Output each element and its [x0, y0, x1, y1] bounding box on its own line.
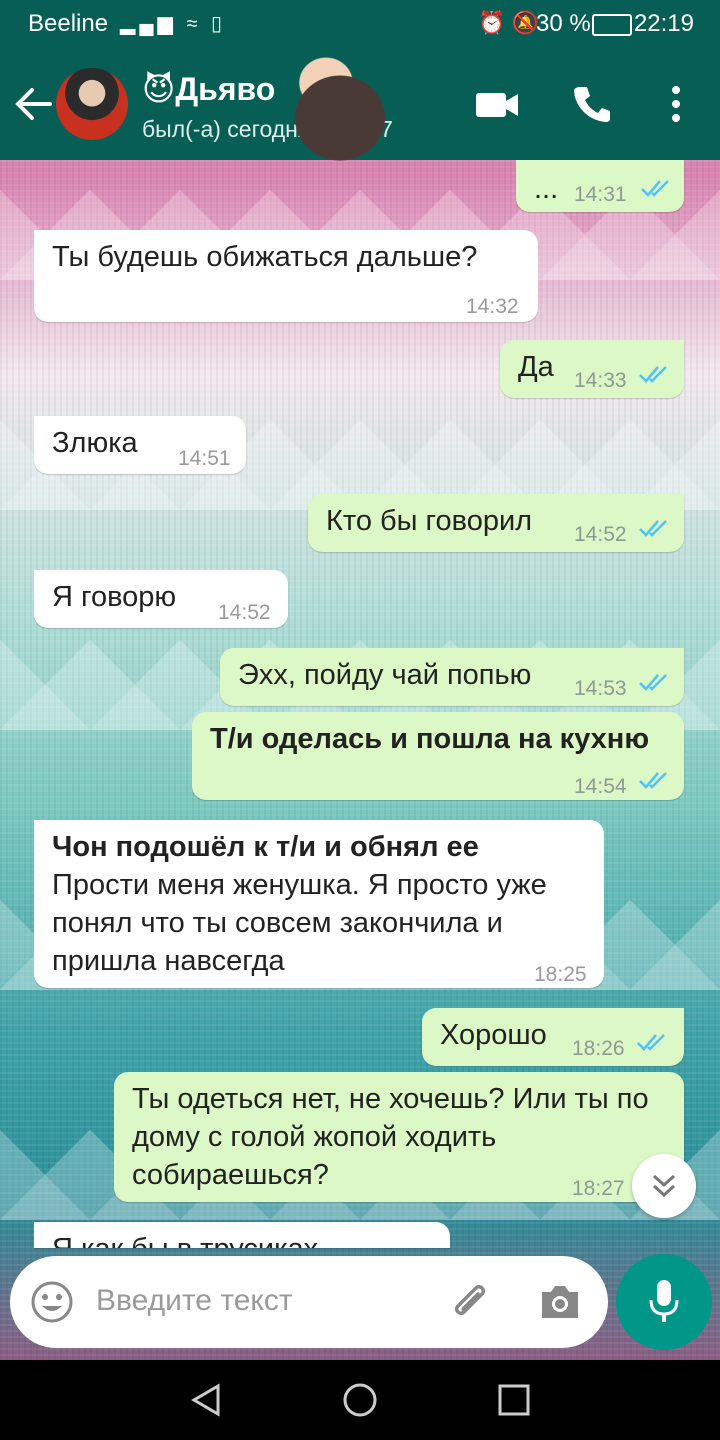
message-outgoing[interactable]: Хорошо 18:26: [422, 1008, 684, 1066]
read-ticks-icon: [641, 180, 669, 197]
message-text: ...: [534, 173, 559, 205]
message-bold-text: Чон подошёл к т/и и обнял ее: [52, 831, 479, 863]
read-ticks-icon: [639, 366, 667, 383]
message-time: 14:32: [466, 295, 519, 318]
message-text-block: Чон подошёл к т/и и обнял ее Прости меня…: [52, 828, 552, 980]
emoji-icon[interactable]: [30, 1280, 74, 1324]
clock: 22:19: [633, 10, 694, 37]
battery-icon: [592, 14, 632, 36]
double-chevron-down-icon: [652, 1174, 676, 1198]
contact-avatar[interactable]: [56, 68, 128, 140]
message-incoming[interactable]: Я говорю 14:52: [34, 570, 288, 628]
message-text: Т/и оделась и пошла на кухню: [210, 723, 650, 755]
message-input[interactable]: Введите текст: [96, 1284, 293, 1318]
read-ticks-icon: [637, 1034, 665, 1051]
message-text: Прости меня женушка. Я просто уже понял …: [52, 869, 547, 977]
message-input-bar[interactable]: Введите текст: [10, 1256, 608, 1348]
nav-home-icon[interactable]: [342, 1382, 378, 1418]
message-time: 18:26: [572, 1037, 625, 1060]
arrow-left-icon[interactable]: [14, 84, 54, 124]
alarm-mute-icons: ⏰ 🔕: [478, 10, 539, 35]
message-time: 14:31: [574, 183, 627, 206]
signal-wifi-icons: ▂▄▆ ≈ ▯: [120, 13, 227, 35]
message-text: Я как бы в трусиках: [52, 1230, 318, 1248]
message-outgoing[interactable]: Ты одеться нет, не хочешь? Или ты по дом…: [114, 1072, 684, 1202]
contact-name[interactable]: 😈Дьяво: [142, 70, 275, 108]
message-time: 14:33: [574, 369, 627, 392]
message-incoming[interactable]: Чон подошёл к т/и и обнял ее Прости меня…: [34, 820, 604, 988]
battery-percent: 30 %: [536, 10, 591, 37]
message-time: 14:51: [178, 447, 231, 470]
carrier-name: Beeline: [28, 10, 109, 37]
paperclip-icon[interactable]: [450, 1282, 494, 1326]
more-vert-icon[interactable]: [664, 84, 688, 124]
message-incoming[interactable]: Злюка 14:51: [34, 416, 246, 474]
message-text: Хорошо: [440, 1019, 547, 1051]
sticker-overlay: [270, 52, 410, 162]
message-outgoing[interactable]: Кто бы говорил 14:52: [308, 494, 684, 552]
microphone-icon: [649, 1280, 679, 1322]
message-outgoing[interactable]: Эхх, пойду чай попью 14:53: [220, 648, 684, 706]
phone-icon[interactable]: [572, 84, 612, 124]
nav-back-icon[interactable]: [188, 1382, 224, 1418]
system-nav-bar: [0, 1360, 720, 1440]
message-time: 18:27: [572, 1177, 625, 1200]
camera-icon[interactable]: [538, 1282, 582, 1322]
scroll-to-bottom-button[interactable]: [632, 1154, 696, 1218]
message-text: Злюка: [52, 427, 138, 459]
read-ticks-icon: [639, 674, 667, 691]
message-time: 14:54: [574, 775, 627, 798]
message-time: 14:53: [574, 677, 627, 700]
video-call-icon[interactable]: [474, 84, 520, 124]
voice-record-button[interactable]: [616, 1254, 712, 1350]
message-text: Эхх, пойду чай попью: [238, 659, 532, 691]
read-ticks-icon: [639, 772, 667, 789]
message-time: 14:52: [574, 523, 627, 546]
message-incoming[interactable]: Я как бы в трусиках: [34, 1222, 450, 1248]
message-text: Кто бы говорил: [326, 505, 533, 537]
message-time: 14:52: [218, 601, 271, 624]
chat-header: 😈Дьяво был(-а) сегодня в 22:17: [0, 48, 720, 162]
message-text: Да: [518, 351, 554, 383]
message-outgoing[interactable]: ... 14:31: [516, 160, 684, 212]
message-text: Я говорю: [52, 581, 177, 613]
read-ticks-icon: [639, 520, 667, 537]
message-outgoing[interactable]: Т/и оделась и пошла на кухню 14:54: [192, 712, 684, 800]
nav-recents-icon[interactable]: [496, 1382, 532, 1418]
message-incoming[interactable]: Ты будешь обижаться дальше? 14:32: [34, 230, 538, 322]
message-outgoing[interactable]: Да 14:33: [500, 340, 684, 398]
message-time: 18:25: [534, 963, 587, 986]
status-bar: Beeline ▂▄▆ ≈ ▯ ⏰ 🔕 30 % 22:19: [0, 0, 720, 48]
message-text: Ты будешь обижаться дальше?: [52, 241, 478, 273]
